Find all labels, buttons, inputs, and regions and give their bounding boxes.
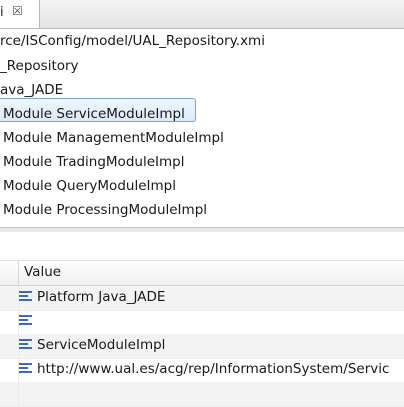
property-value: ServiceModuleImpl <box>37 337 166 353</box>
tree-item-repository[interactable]: _Repository <box>0 56 79 76</box>
property-value-icon <box>19 339 32 349</box>
property-value-icon <box>19 363 32 373</box>
tree-item-service-module[interactable]: Module ServiceModuleImpl <box>3 104 185 124</box>
editor-tab[interactable]: i ☒ <box>0 0 40 28</box>
table-row[interactable]: http://www.ual.es/acg/rep/InformationSys… <box>0 358 404 383</box>
tree-item-query-module[interactable]: Module QueryModuleImpl <box>3 176 176 196</box>
property-value: Platform Java_JADE <box>37 289 166 305</box>
table-row[interactable]: ServiceModuleImpl <box>0 334 404 359</box>
close-icon[interactable]: ☒ <box>12 4 23 18</box>
editor-tab-label: i <box>0 5 4 20</box>
properties-header: Value <box>0 261 404 286</box>
model-editor: i ☒ rce/ISConfig/model/UAL_Repository.xm… <box>0 0 404 227</box>
tree-item-management-module[interactable]: Module ManagementModuleImpl <box>3 128 224 148</box>
property-value-icon <box>19 315 32 325</box>
tree-item-processing-module[interactable]: Module ProcessingModuleImpl <box>3 200 207 220</box>
property-value-icon <box>19 291 32 301</box>
table-row[interactable]: Platform Java_JADE <box>0 286 404 311</box>
table-row[interactable] <box>0 382 404 407</box>
properties-table: Value Platform Java_JADE ServiceModuleIm… <box>0 261 404 407</box>
tree-item-platform[interactable]: ava_JADE <box>0 80 63 100</box>
tree-item-resource[interactable]: rce/ISConfig/model/UAL_Repository.xmi <box>0 31 265 51</box>
tree-item-trading-module[interactable]: Module TradingModuleImpl <box>3 152 184 172</box>
table-row[interactable] <box>0 310 404 335</box>
properties-toolbar <box>0 232 404 261</box>
value-column-header[interactable]: Value <box>24 264 61 280</box>
property-value: http://www.ual.es/acg/rep/InformationSys… <box>37 361 390 377</box>
editor-tab-bar: i ☒ <box>0 0 404 29</box>
